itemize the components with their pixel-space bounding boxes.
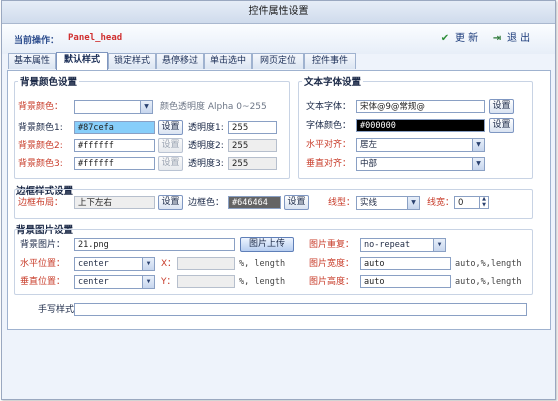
font-color-set-button[interactable]: 设置 bbox=[489, 118, 514, 133]
exit-button[interactable]: ⇥ 退 出 bbox=[490, 30, 530, 48]
line-type-select[interactable]: 实线 ▼ bbox=[356, 196, 420, 210]
exit-label: 退 出 bbox=[507, 33, 531, 44]
line-width-label: 线宽： bbox=[427, 198, 455, 208]
bg-color-3-label: 背景颜色3: bbox=[18, 159, 63, 169]
x-label: X： bbox=[161, 259, 177, 269]
image-upload-button[interactable]: 图片上传 bbox=[240, 237, 294, 252]
image-repeat-select[interactable]: no-repeat ▼ bbox=[360, 238, 446, 252]
tab-control-events[interactable]: 控件事件 bbox=[304, 53, 356, 69]
image-repeat-label: 图片重复： bbox=[309, 240, 355, 250]
current-operation-label: 当前操作： bbox=[14, 36, 60, 46]
chevron-down-icon: ▼ bbox=[140, 101, 152, 113]
alpha-3-input[interactable]: 255 bbox=[228, 157, 277, 170]
bg-color-2-input[interactable]: #ffffff bbox=[74, 139, 155, 152]
tab-click-selected[interactable]: 单击选中 bbox=[204, 53, 252, 69]
text-font-label: 文本字体： bbox=[306, 102, 352, 112]
bg-image-input[interactable]: 21.png bbox=[74, 238, 235, 251]
handwrite-style-input[interactable] bbox=[74, 303, 527, 316]
chevron-down-icon: ▼ bbox=[472, 158, 484, 170]
chevron-down-icon: ▼ bbox=[142, 276, 154, 288]
border-layout-label: 边框布局： bbox=[18, 198, 64, 208]
bg-color-label: 背景颜色： bbox=[18, 102, 64, 112]
halign-label: 水平对齐： bbox=[306, 140, 352, 150]
check-icon: ✔ bbox=[440, 33, 450, 44]
alpha-3-label: 透明度3: bbox=[188, 159, 224, 169]
tab-page-position[interactable]: 网页定位 bbox=[252, 53, 304, 69]
chevron-down-icon: ▼ bbox=[142, 258, 154, 270]
text-font-set-button[interactable]: 设置 bbox=[489, 99, 514, 114]
operation-bar: 当前操作： Panel_head ✔ 更 新 ⇥ 退 出 bbox=[2, 24, 555, 54]
chevron-down-icon: ▼ bbox=[472, 139, 484, 151]
halign-value: 居左 bbox=[360, 140, 378, 150]
alpha-note: 颜色透明度 Alpha 0~255 bbox=[160, 102, 267, 112]
image-repeat-value: no-repeat bbox=[364, 240, 411, 250]
valign-select[interactable]: 中部 ▼ bbox=[356, 157, 485, 171]
update-button[interactable]: ✔ 更 新 bbox=[438, 30, 478, 48]
text-font-section-title: 文本字体设置 bbox=[302, 74, 364, 88]
bg-color-2-set-button[interactable]: 设置 bbox=[158, 138, 183, 153]
line-type-label: 线型： bbox=[328, 198, 356, 208]
border-color-set-button[interactable]: 设置 bbox=[284, 195, 309, 210]
image-width-label: 图片宽度： bbox=[309, 259, 355, 269]
font-color-label: 字体颜色： bbox=[306, 121, 352, 131]
default-style-panel: 背景颜色设置 背景颜色： ▼ 颜色透明度 Alpha 0~255 背景颜色1: … bbox=[7, 70, 551, 330]
image-height-input[interactable]: auto bbox=[360, 275, 451, 288]
y-unit-note: %, length bbox=[239, 277, 286, 287]
update-label: 更 新 bbox=[455, 33, 479, 44]
image-height-unit-note: auto,%,length bbox=[455, 277, 522, 287]
bg-color-1-set-button[interactable]: 设置 bbox=[158, 120, 183, 135]
tab-locked-style[interactable]: 锁定样式 bbox=[108, 53, 156, 69]
text-font-input[interactable]: 宋体@9@常规@ bbox=[356, 100, 485, 113]
border-layout-set-button[interactable]: 设置 bbox=[158, 195, 183, 210]
bg-color-1-label: 背景颜色1: bbox=[18, 123, 63, 133]
spinner-arrows-icon[interactable]: ▲ ▼ bbox=[479, 197, 488, 208]
bg-image-label: 背景图片： bbox=[20, 240, 66, 250]
line-type-value: 实线 bbox=[360, 198, 378, 208]
alpha-2-input[interactable]: 255 bbox=[228, 139, 277, 152]
valign-value: 中部 bbox=[360, 159, 378, 169]
image-width-unit-note: auto,%,length bbox=[455, 259, 522, 269]
bg-color-section-title: 背景颜色设置 bbox=[18, 74, 80, 88]
tab-basic-properties[interactable]: 基本属性 bbox=[8, 53, 56, 69]
x-input[interactable] bbox=[177, 257, 235, 270]
border-layout-input[interactable]: 上下左右 bbox=[74, 196, 155, 209]
bg-color-3-input[interactable]: #ffffff bbox=[74, 157, 155, 170]
x-unit-note: %, length bbox=[239, 259, 286, 269]
bg-color-select[interactable]: ▼ bbox=[74, 100, 153, 114]
halign-select[interactable]: 居左 ▼ bbox=[356, 138, 485, 152]
tab-hover-style[interactable]: 悬停移过 bbox=[156, 53, 204, 69]
alpha-1-label: 透明度1: bbox=[188, 123, 224, 133]
current-operation-value: Panel_head bbox=[68, 33, 123, 43]
vpos-value: center bbox=[78, 277, 109, 287]
vpos-label: 垂直位置： bbox=[20, 277, 66, 287]
alpha-1-input[interactable]: 255 bbox=[228, 121, 277, 134]
hpos-value: center bbox=[78, 259, 109, 269]
line-width-stepper[interactable]: 0 ▲ ▼ bbox=[454, 196, 489, 209]
vpos-select[interactable]: center ▼ bbox=[74, 275, 155, 289]
image-height-label: 图片高度： bbox=[309, 277, 355, 287]
y-input[interactable] bbox=[177, 275, 235, 288]
valign-label: 垂直对齐： bbox=[306, 159, 352, 169]
bg-color-1-input[interactable]: #87cefa bbox=[74, 121, 155, 134]
chevron-down-icon: ▼ bbox=[433, 239, 445, 251]
window-title: 控件属性设置 bbox=[2, 1, 555, 24]
image-width-input[interactable]: auto bbox=[360, 257, 451, 270]
bg-color-3-set-button[interactable]: 设置 bbox=[158, 156, 183, 171]
line-width-value: 0 bbox=[458, 198, 464, 208]
border-color-label: 边框色： bbox=[188, 198, 225, 208]
properties-dialog: 控件属性设置 当前操作： Panel_head ✔ 更 新 ⇥ 退 出 基本属性 默… bbox=[1, 0, 556, 400]
hpos-select[interactable]: center ▼ bbox=[74, 257, 155, 271]
border-color-input[interactable]: #646464 bbox=[228, 196, 281, 209]
tab-default-style[interactable]: 默认样式 bbox=[56, 52, 108, 70]
chevron-down-icon: ▼ bbox=[407, 197, 419, 209]
alpha-2-label: 透明度2: bbox=[188, 141, 224, 151]
y-label: Y： bbox=[161, 277, 176, 287]
font-color-input[interactable]: #000000 bbox=[356, 119, 485, 132]
exit-door-icon: ⇥ bbox=[492, 33, 502, 44]
hpos-label: 水平位置： bbox=[20, 259, 66, 269]
bg-color-2-label: 背景颜色2: bbox=[18, 141, 63, 151]
